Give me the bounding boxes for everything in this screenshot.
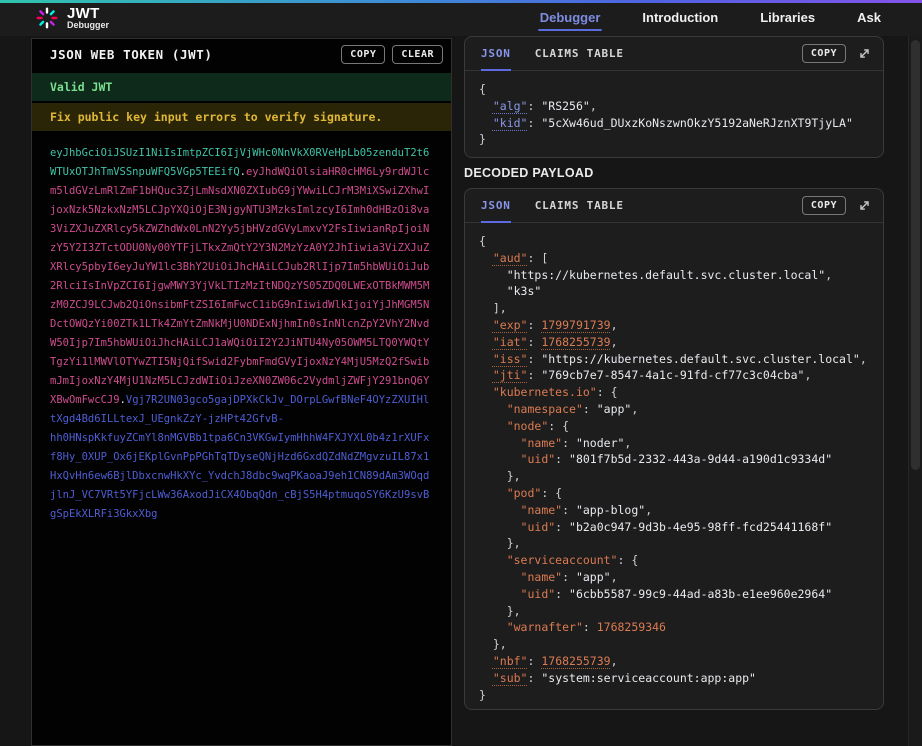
copy-header-button[interactable]: COPY xyxy=(802,44,846,63)
expand-icon[interactable] xyxy=(858,199,871,212)
scrollbar-thumb[interactable] xyxy=(911,40,920,470)
page-scrollbar[interactable] xyxy=(908,36,922,746)
encoder-header: JSON WEB TOKEN (JWT) COPY CLEAR xyxy=(32,39,451,69)
jwt-token-input[interactable]: eyJhbGciOiJSUzI1NiIsImtpZCI6IjVjWHc0NnVk… xyxy=(32,131,451,537)
copy-payload-button[interactable]: COPY xyxy=(802,196,846,215)
nav-item-libraries[interactable]: Libraries xyxy=(760,0,815,36)
tab-header-json[interactable]: JSON xyxy=(481,37,511,70)
clear-token-button[interactable]: CLEAR xyxy=(392,45,443,64)
signature-warning-banner: Fix public key input errors to verify si… xyxy=(32,103,451,131)
decoded-payload-json: { "aud": [ "https://kubernetes.default.s… xyxy=(465,223,883,710)
nav-item-debugger[interactable]: Debugger xyxy=(540,0,601,36)
tab-payload-claims-table[interactable]: CLAIMS TABLE xyxy=(535,189,624,222)
encoder-title: JSON WEB TOKEN (JWT) xyxy=(50,47,334,62)
jwt-encoder-panel: JSON WEB TOKEN (JWT) COPY CLEAR Valid JW… xyxy=(31,38,452,746)
jwt-logo-icon xyxy=(36,7,58,29)
top-gradient-bar xyxy=(0,0,922,3)
nav-item-introduction[interactable]: Introduction xyxy=(642,0,718,36)
copy-token-button[interactable]: COPY xyxy=(341,45,385,64)
decoded-payload-tabbar: JSON CLAIMS TABLE COPY xyxy=(465,189,883,223)
main-nav: Debugger Introduction Libraries Ask xyxy=(540,0,881,36)
nav-item-ask[interactable]: Ask xyxy=(857,0,881,36)
decoded-header-tabbar: JSON CLAIMS TABLE COPY xyxy=(465,37,883,71)
decoded-header-json: { "alg": "RS256", "kid": "5cXw46ud_DUxzK… xyxy=(465,71,883,156)
decoded-header-panel: JSON CLAIMS TABLE COPY { "alg": "RS256",… xyxy=(464,36,884,158)
brand-home-link[interactable]: JWT Debugger xyxy=(36,7,109,30)
tab-header-claims-table[interactable]: CLAIMS TABLE xyxy=(535,37,624,70)
decoded-payload-label: DECODED PAYLOAD xyxy=(464,166,594,180)
expand-icon[interactable] xyxy=(858,47,871,60)
brand-subtitle: Debugger xyxy=(67,21,109,30)
decoded-payload-panel: JSON CLAIMS TABLE COPY { "aud": [ "https… xyxy=(464,188,884,710)
tab-payload-json[interactable]: JSON xyxy=(481,189,511,222)
top-nav: JWT Debugger Debugger Introduction Libra… xyxy=(0,0,922,36)
brand-title: JWT xyxy=(67,7,109,21)
valid-jwt-banner: Valid JWT xyxy=(32,73,451,101)
